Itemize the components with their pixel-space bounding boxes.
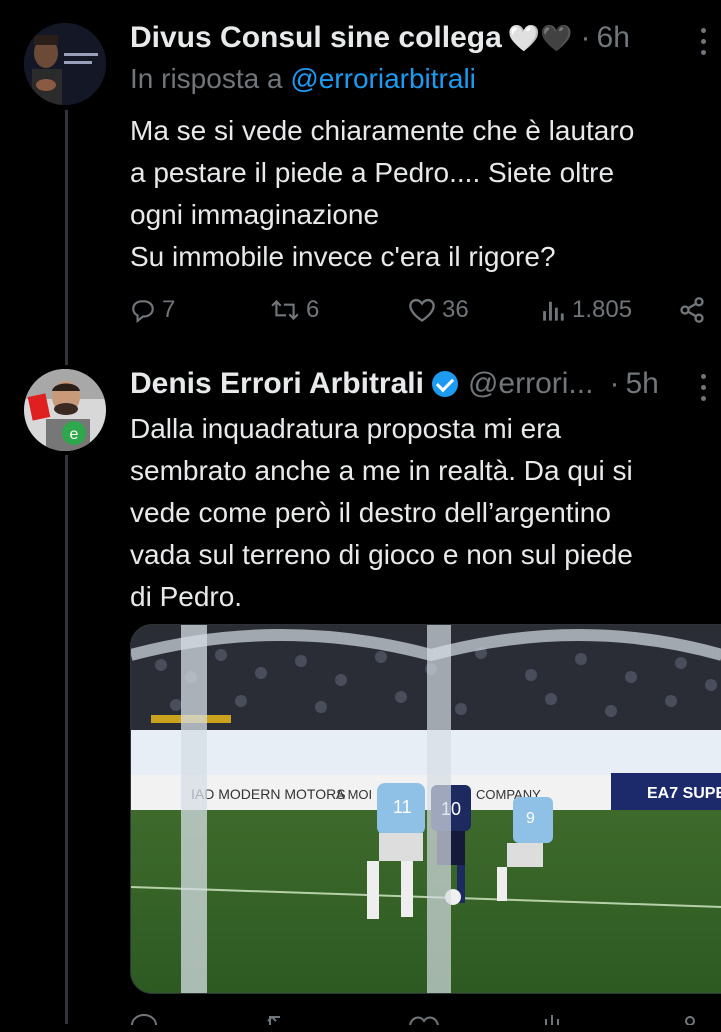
- board-text: EA7 SUPER: [647, 785, 721, 802]
- action-icons-partial: [131, 1013, 695, 1026]
- more-options-icon[interactable]: [701, 28, 707, 55]
- tweet[interactable]: Divus Consul sine collega 🤍🖤 · 6h In ris…: [0, 0, 721, 360]
- tweet-header: Denis Errori Arbitrali @errori... · 5h: [130, 364, 711, 404]
- tweet-media-image[interactable]: IAD MODERN MOTORS A MOI COMPANY EA7 SUPE…: [130, 624, 721, 994]
- tweet-header: Divus Consul sine collega 🤍🖤 · 6h: [130, 18, 711, 58]
- verified-badge-icon: [431, 371, 458, 397]
- repost-icon: [271, 299, 299, 321]
- views-button[interactable]: 1.805: [542, 296, 632, 324]
- tweet-actions: [130, 1012, 710, 1032]
- board-text: A MOI: [336, 787, 372, 802]
- reply-context: In risposta a @erroriarbitrali: [130, 60, 711, 98]
- reply-handle-link[interactable]: @erroriarbitrali: [290, 63, 476, 94]
- repost-count: 6: [306, 296, 320, 323]
- avatar[interactable]: [24, 23, 106, 105]
- author-name[interactable]: Denis Errori Arbitrali: [130, 364, 424, 404]
- heart-icon: [409, 298, 435, 322]
- avatar[interactable]: e: [24, 369, 106, 451]
- share-button[interactable]: [678, 296, 706, 324]
- tweet[interactable]: e Denis Errori Arbitrali @errori... · 5h…: [0, 360, 721, 1026]
- timestamp[interactable]: 6h: [597, 18, 630, 58]
- heart-emoji: 🤍🖤: [507, 23, 573, 53]
- tweet-actions: 7 6 36 1.805: [130, 292, 710, 332]
- share-icon: [680, 297, 704, 323]
- author-name[interactable]: Divus Consul sine collega: [130, 18, 502, 58]
- separator-dot: ·: [609, 367, 620, 400]
- avatar-image: e: [24, 369, 106, 451]
- author-handle[interactable]: @errori...: [468, 364, 593, 404]
- repost-button[interactable]: 6: [270, 296, 319, 324]
- tweet-text: Dalla inquadratura proposta mi era sembr…: [130, 413, 633, 612]
- timestamp[interactable]: 5h: [625, 364, 658, 404]
- reply-count: 7: [162, 296, 176, 323]
- separator-dot: ·: [580, 21, 591, 54]
- svg-text:e: e: [70, 426, 79, 443]
- player-number: 11: [393, 797, 412, 817]
- football-match-photo: IAD MODERN MOTORS A MOI COMPANY EA7 SUPE…: [131, 625, 721, 993]
- avatar-image: [24, 23, 106, 105]
- reply-button[interactable]: 7: [130, 296, 175, 324]
- views-icon: [543, 301, 564, 321]
- like-count: 36: [442, 296, 469, 323]
- reply-icon: [132, 300, 154, 323]
- like-button[interactable]: 36: [408, 296, 469, 324]
- view-count: 1.805: [572, 296, 633, 323]
- board-text: IAD MODERN MOTORS: [191, 786, 346, 802]
- tweet-text: Ma se si vede chiaramente che è lautaro …: [130, 115, 635, 272]
- player-number: 9: [526, 810, 535, 827]
- more-options-icon[interactable]: [701, 374, 707, 401]
- reply-prefix: In risposta a: [130, 63, 291, 94]
